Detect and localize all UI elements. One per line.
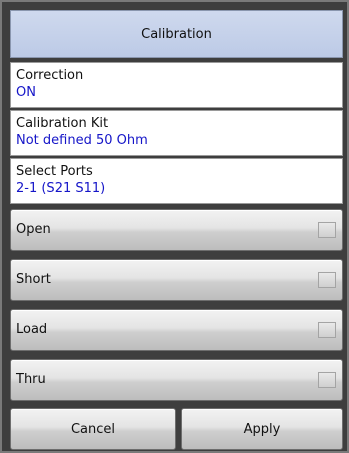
calibration-kit-label: Calibration Kit: [16, 116, 109, 131]
open-button[interactable]: Open: [10, 209, 343, 251]
correction-label: Correction: [16, 68, 84, 83]
correction-field[interactable]: Correction ON: [10, 62, 343, 108]
calibration-kit-field[interactable]: Calibration Kit Not defined 50 Ohm: [10, 110, 343, 156]
cancel-button[interactable]: Cancel: [10, 408, 176, 450]
short-status-indicator: [318, 272, 336, 288]
thru-button[interactable]: Thru: [10, 359, 343, 401]
open-label: Open: [16, 222, 51, 237]
select-ports-field[interactable]: Select Ports 2-1 (S21 S11): [10, 158, 343, 204]
short-button[interactable]: Short: [10, 259, 343, 301]
short-label: Short: [16, 272, 51, 287]
select-ports-value: 2-1 (S21 S11): [16, 181, 106, 196]
apply-button[interactable]: Apply: [181, 408, 343, 450]
select-ports-label: Select Ports: [16, 164, 93, 179]
panel-title: Calibration: [10, 10, 343, 58]
load-button[interactable]: Load: [10, 309, 343, 351]
panel-title-label: Calibration: [141, 26, 212, 42]
calibration-kit-value: Not defined 50 Ohm: [16, 133, 148, 148]
load-status-indicator: [318, 322, 336, 338]
calibration-panel: Calibration Correction ON Calibration Ki…: [0, 0, 349, 453]
cancel-label: Cancel: [70, 421, 116, 437]
thru-label: Thru: [16, 372, 46, 387]
open-status-indicator: [318, 222, 336, 238]
apply-label: Apply: [243, 421, 281, 437]
load-label: Load: [16, 322, 48, 337]
thru-status-indicator: [318, 372, 336, 388]
correction-value: ON: [16, 85, 36, 100]
